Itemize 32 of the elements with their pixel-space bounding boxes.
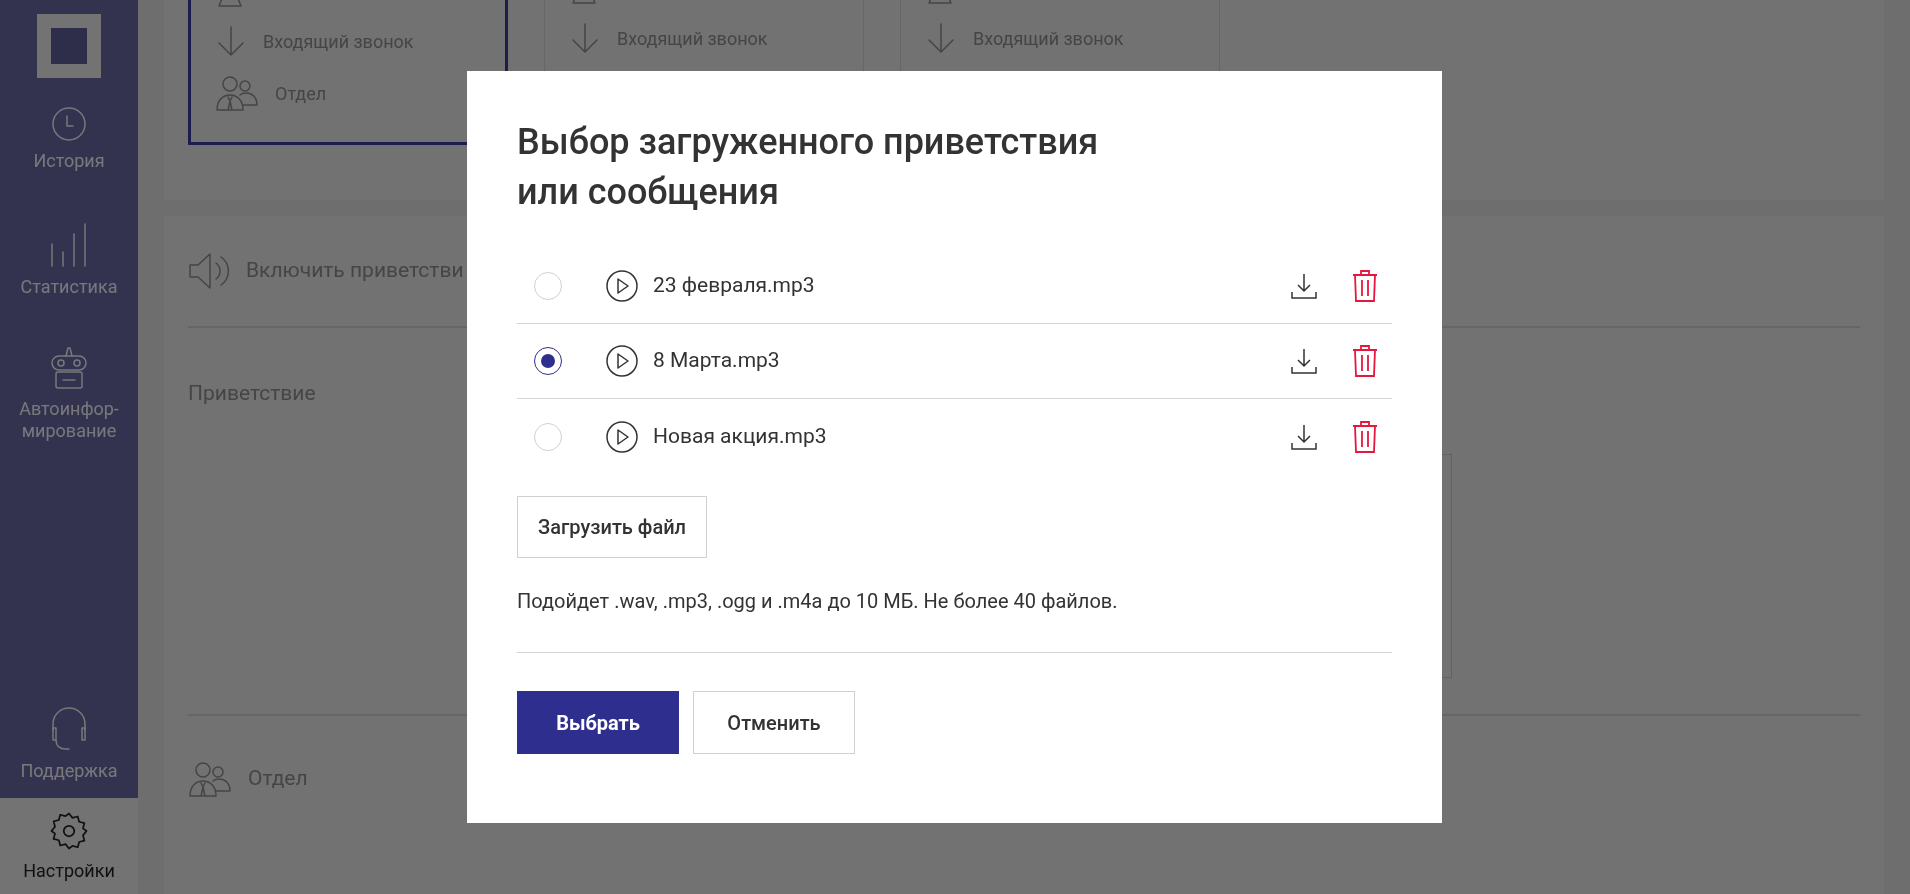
download-icon[interactable] bbox=[1290, 272, 1318, 300]
people-icon bbox=[215, 75, 259, 111]
arrow-down-icon bbox=[925, 22, 957, 54]
upload-hint: Подойдет .wav, .mp3, .ogg и .m4a до 10 МБ. Не более 40 файлов. bbox=[517, 588, 1119, 615]
sidebar-item[interactable]: Автоинфор- мирование bbox=[0, 334, 138, 454]
trash-icon[interactable] bbox=[1352, 345, 1378, 377]
sidebar-item[interactable]: Поддержка bbox=[0, 694, 138, 794]
play-icon[interactable] bbox=[606, 270, 638, 302]
play-icon[interactable] bbox=[606, 420, 638, 453]
clock-icon bbox=[51, 106, 87, 142]
download-icon[interactable] bbox=[1290, 347, 1318, 375]
confirm-button[interactable]: Выбрать bbox=[517, 691, 679, 754]
play-icon[interactable] bbox=[606, 345, 638, 377]
file-name: 8 Марта.mp3 bbox=[653, 347, 780, 375]
file-name: Новая акция.mp3 bbox=[653, 422, 827, 450]
trash-icon[interactable] bbox=[1352, 420, 1378, 453]
dialog-title: Выбор загруженного приветствия или сообщения bbox=[517, 120, 1100, 215]
sidebar-item[interactable]: История bbox=[0, 94, 138, 184]
sidebar-item[interactable]: Настройки bbox=[0, 798, 138, 894]
cancel-button[interactable]: Отменить bbox=[693, 691, 855, 754]
arrow-down-icon bbox=[215, 25, 247, 57]
upload-button[interactable]: Загрузить файл bbox=[517, 496, 708, 558]
logo-icon bbox=[37, 14, 101, 78]
file-name: 23 февраля.mp3 bbox=[653, 272, 815, 300]
speaker-icon bbox=[188, 251, 230, 291]
sidebar-item[interactable]: Статистика bbox=[0, 208, 138, 310]
settings-icon bbox=[48, 810, 90, 852]
trash-icon[interactable] bbox=[1352, 270, 1378, 302]
people-icon bbox=[188, 761, 232, 797]
bar-chart-icon bbox=[50, 220, 88, 268]
arrow-down-icon bbox=[569, 22, 601, 54]
download-icon[interactable] bbox=[1290, 422, 1318, 451]
